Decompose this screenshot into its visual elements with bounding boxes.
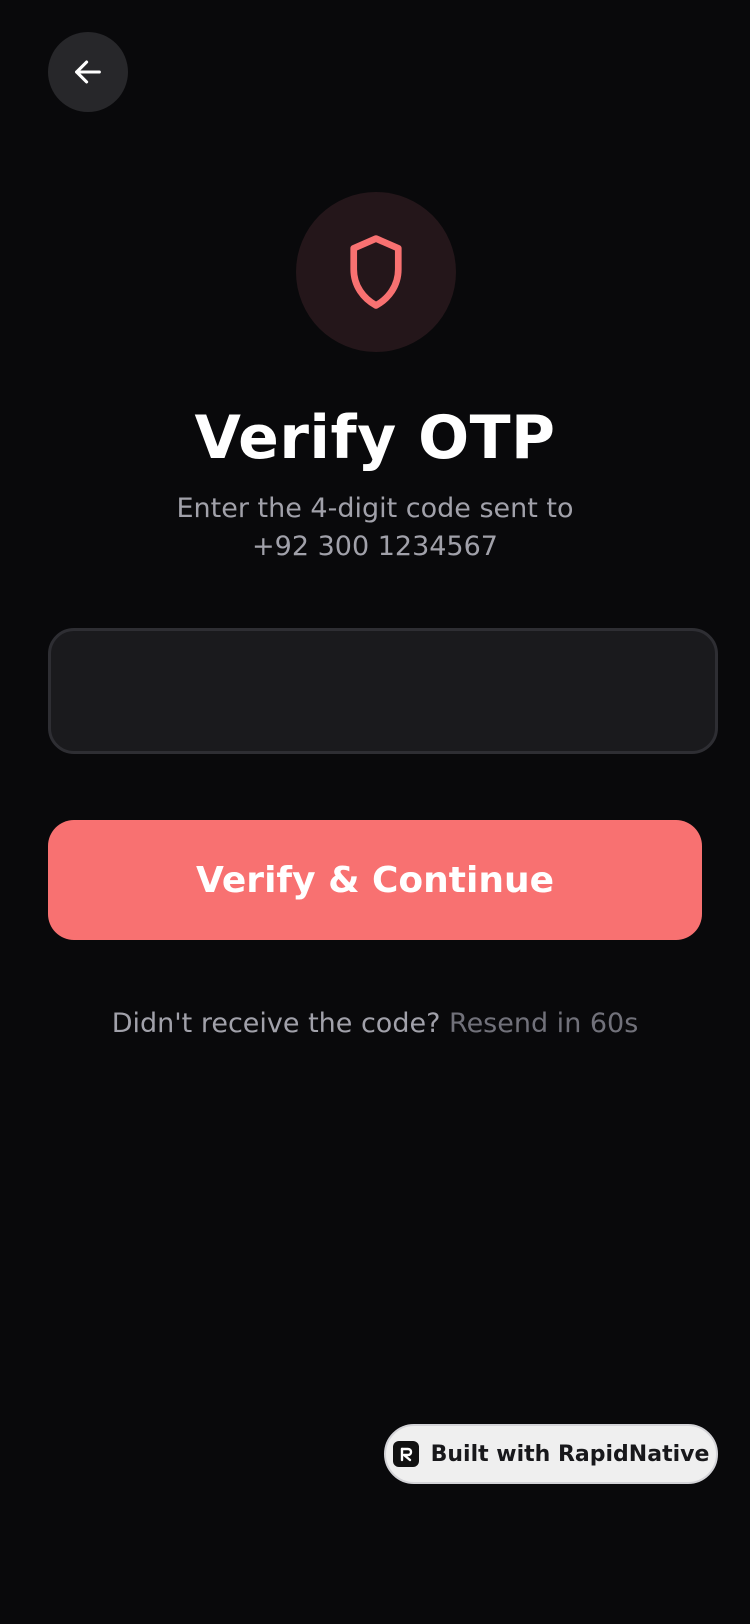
subtitle: Enter the 4-digit code sent to +92 300 1…: [0, 490, 750, 566]
page-title: Verify OTP: [194, 403, 556, 473]
shield-badge: [296, 192, 456, 352]
phone-number: +92 300 1234567: [252, 531, 498, 562]
verify-continue-button[interactable]: Verify & Continue: [48, 820, 702, 940]
resend-link[interactable]: Resend in 60s: [449, 1008, 638, 1039]
back-button[interactable]: [48, 32, 128, 112]
rapidnative-logo-icon: [392, 1441, 419, 1467]
shield-icon: [350, 235, 402, 309]
otp-input[interactable]: [48, 628, 718, 754]
subtitle-text: Enter the 4-digit code sent to: [176, 493, 574, 524]
arrow-left-icon: [75, 60, 101, 84]
built-with-badge[interactable]: Built with RapidNative: [384, 1424, 718, 1484]
resend-row: Didn't receive the code? Resend in 60s: [0, 1004, 750, 1044]
otp-screen: Verify OTP Enter the 4-digit code sent t…: [0, 0, 750, 1624]
resend-prompt: Didn't receive the code?: [111, 1008, 441, 1039]
badge-label: Built with RapidNative: [430, 1441, 710, 1467]
